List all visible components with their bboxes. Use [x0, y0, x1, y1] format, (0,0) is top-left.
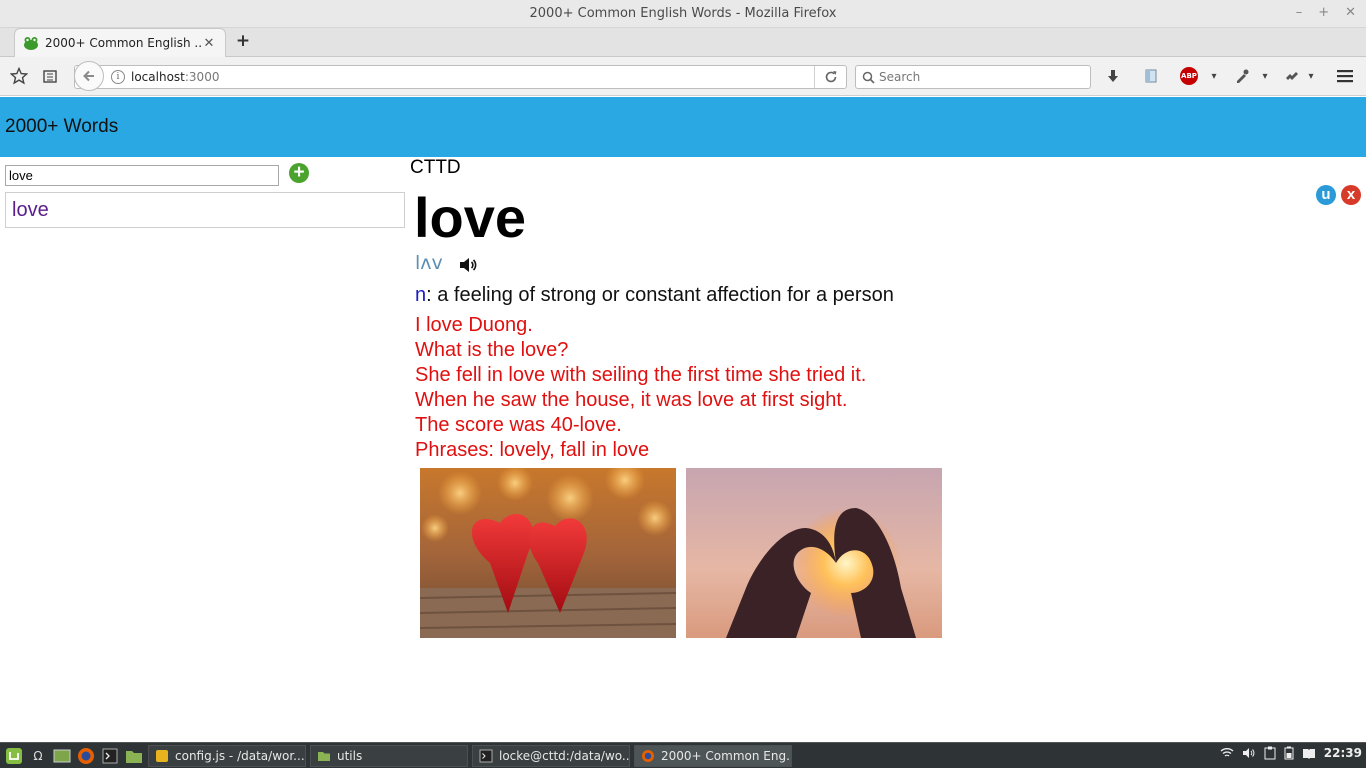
definition: n: a feeling of strong or constant affec…	[415, 284, 894, 307]
maximize-button[interactable]: +	[1318, 5, 1329, 20]
new-tab-button[interactable]: +	[234, 32, 252, 50]
example-sentence: What is the love?	[415, 339, 569, 361]
folder-icon	[318, 751, 330, 761]
mint-menu-icon[interactable]	[4, 747, 24, 765]
editor-icon	[156, 749, 168, 762]
adblock-icon[interactable]: ABP	[1178, 65, 1200, 87]
close-window-button[interactable]: ✕	[1345, 5, 1356, 20]
url-bar[interactable]: i localhost:3000	[74, 65, 847, 89]
bookmark-star-icon[interactable]	[8, 65, 30, 87]
nav-toolbar: i localhost:3000 ABP ▾ ▾ ▾	[0, 57, 1366, 96]
task-label: config.js - /data/wor...	[175, 748, 305, 763]
window-controls: – + ✕	[1296, 5, 1356, 20]
hearts-image	[420, 468, 676, 638]
window-titlebar: 2000+ Common English Words - Mozilla Fir…	[0, 0, 1366, 28]
search-icon	[862, 71, 875, 84]
character-map-icon[interactable]: Ω	[28, 747, 48, 765]
task-utils[interactable]: utils	[310, 744, 468, 767]
hamburger-menu-icon[interactable]	[1334, 65, 1356, 87]
eyedropper-icon[interactable]	[1231, 65, 1253, 87]
show-desktop-icon[interactable]	[52, 747, 72, 765]
volume-icon[interactable]	[1242, 747, 1256, 759]
url-text[interactable]: localhost:3000	[131, 70, 219, 84]
dictionary-source: CTTD	[410, 157, 461, 178]
frog-favicon-icon	[24, 37, 38, 50]
tab-strip: 2000+ Common English ... ✕ +	[0, 28, 1366, 57]
example-sentence: When he saw the house, it was love at fi…	[415, 389, 848, 411]
app-header: 2000+ Words	[0, 97, 1366, 157]
back-button[interactable]	[74, 61, 104, 91]
speaker-icon[interactable]	[458, 257, 478, 273]
update-button[interactable]: u	[1316, 185, 1336, 205]
reading-list-icon[interactable]	[39, 65, 61, 87]
abp-badge: ABP	[1180, 67, 1198, 85]
part-of-speech: n	[415, 284, 427, 306]
task-label: locke@cttd:/data/wo...	[499, 748, 630, 763]
example-sentence: She fell in love with seiling the first …	[415, 364, 867, 386]
terminal-launcher-icon[interactable]	[100, 747, 120, 765]
minimize-button[interactable]: –	[1296, 5, 1303, 20]
task-label: 2000+ Common Eng...	[661, 748, 792, 763]
definition-text: : a feeling of strong or constant affect…	[426, 284, 894, 306]
search-bar[interactable]	[855, 65, 1091, 89]
delete-button[interactable]: x	[1341, 185, 1361, 205]
word-search-input[interactable]	[5, 165, 279, 186]
word-list-item[interactable]: love	[5, 192, 405, 228]
window-title: 2000+ Common English Words - Mozilla Fir…	[529, 6, 837, 21]
firefox-icon	[642, 749, 654, 762]
search-input-browser[interactable]	[879, 70, 1079, 84]
system-tray: 22:39	[1220, 746, 1362, 760]
files-launcher-icon[interactable]	[124, 747, 144, 765]
add-word-button[interactable]: +	[289, 163, 309, 183]
hands-heart-image	[686, 468, 942, 638]
site-info-icon[interactable]: i	[111, 70, 125, 84]
task-firefox[interactable]: 2000+ Common Eng...	[634, 744, 792, 767]
pronunciation: lʌv	[415, 252, 443, 274]
example-sentence: I love Duong.	[415, 314, 533, 336]
download-icon[interactable]	[1102, 65, 1124, 87]
clock[interactable]: 22:39	[1324, 746, 1362, 760]
extension-dropdown-icon[interactable]: ▾	[1300, 65, 1322, 87]
firefox-launcher-icon[interactable]	[76, 747, 96, 765]
tab-close-icon[interactable]: ✕	[201, 36, 217, 51]
headword: love	[414, 186, 527, 249]
wifi-icon[interactable]	[1220, 747, 1234, 759]
example-sentence: The score was 40-love.	[415, 414, 622, 436]
adblock-dropdown-icon[interactable]: ▾	[1203, 65, 1225, 87]
app-brand[interactable]: 2000+ Words	[5, 116, 118, 138]
word-list: love	[5, 192, 405, 228]
task-terminal[interactable]: locke@cttd:/data/wo...	[472, 744, 630, 767]
task-config-js[interactable]: config.js - /data/wor...	[148, 744, 306, 767]
clipboard-icon[interactable]	[1264, 746, 1276, 760]
battery-icon[interactable]	[1284, 746, 1294, 760]
terminal-icon	[479, 749, 493, 762]
tab-label: 2000+ Common English ...	[45, 36, 201, 50]
url-host: localhost	[131, 70, 185, 84]
keyboard-layout-icon[interactable]	[1302, 747, 1316, 759]
eyedropper-dropdown-icon[interactable]: ▾	[1254, 65, 1276, 87]
url-port: :3000	[184, 70, 220, 84]
example-phrases: Phrases: lovely, fall in love	[415, 439, 650, 461]
library-icon[interactable]	[1140, 65, 1162, 87]
tab-active[interactable]: 2000+ Common English ... ✕	[14, 28, 226, 57]
task-label: utils	[337, 748, 363, 763]
system-taskbar: Ω config.js - /data/wor... utils locke@c…	[0, 742, 1366, 768]
reload-icon[interactable]	[814, 66, 846, 88]
example-list: I love Duong. What is the love? She fell…	[415, 313, 866, 463]
